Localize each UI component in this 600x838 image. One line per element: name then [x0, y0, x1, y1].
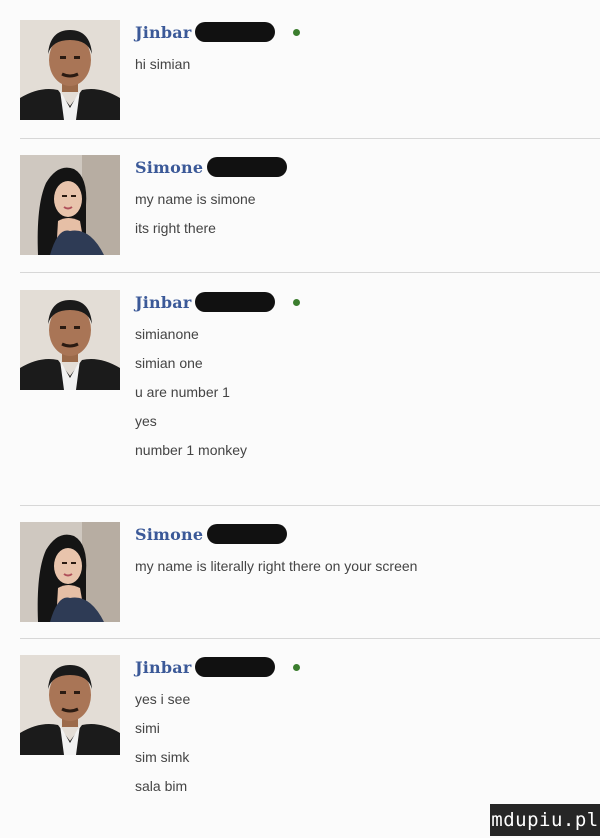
redaction-bar — [195, 292, 276, 312]
message-line: sala bim — [135, 778, 188, 794]
message-line: sim simk — [135, 749, 190, 765]
woman-avatar-icon — [20, 155, 120, 255]
divider — [20, 505, 600, 506]
sender-header: Jinbar — [135, 290, 301, 314]
sender-name[interactable]: Simone — [135, 158, 203, 177]
message-line: yes — [135, 413, 157, 429]
man-avatar-icon — [20, 655, 120, 755]
message-line: u are number 1 — [135, 384, 230, 400]
woman-avatar-icon — [20, 522, 120, 622]
divider — [20, 272, 600, 273]
message-line: its right there — [135, 220, 216, 236]
online-status-icon — [293, 663, 301, 671]
redaction-bar — [207, 157, 288, 177]
sender-header: Simone — [135, 522, 288, 546]
message-lines: hi simian — [135, 50, 190, 79]
sender-name[interactable]: Jinbar — [135, 293, 191, 312]
message-line: hi simian — [135, 56, 191, 72]
message-lines: my name is simone its right there — [135, 185, 256, 243]
redaction-bar — [195, 22, 276, 42]
message-lines: yes i see simi sim simk sala bim — [135, 685, 190, 801]
redaction-bar — [207, 524, 288, 544]
man-avatar-icon — [20, 290, 120, 390]
sender-header: Jinbar — [135, 655, 301, 679]
message-line: simian one — [135, 355, 203, 371]
message-line: simi — [135, 720, 160, 736]
avatar[interactable] — [20, 655, 120, 755]
avatar[interactable] — [20, 20, 120, 120]
sender-name[interactable]: Jinbar — [135, 658, 191, 677]
message-line: yes i see — [135, 691, 191, 707]
avatar[interactable] — [20, 290, 120, 390]
chat-log: Jinbar hi simian Simone my name is simon… — [0, 0, 600, 838]
message-lines: simianone simian one u are number 1 yes … — [135, 320, 247, 465]
sender-name[interactable]: Simone — [135, 525, 203, 544]
message-line: simianone — [135, 326, 199, 342]
message-line: my name is literally right there on your… — [135, 558, 418, 574]
sender-header: Simone — [135, 155, 288, 179]
sender-name[interactable]: Jinbar — [135, 23, 191, 42]
avatar[interactable] — [20, 155, 120, 255]
man-avatar-icon — [20, 20, 120, 120]
avatar[interactable] — [20, 522, 120, 622]
message-line: number 1 monkey — [135, 442, 248, 458]
divider — [20, 138, 600, 139]
watermark: mdupiu.pl — [490, 804, 600, 836]
divider — [20, 638, 600, 639]
sender-header: Jinbar — [135, 20, 301, 44]
online-status-icon — [293, 28, 301, 36]
redaction-bar — [195, 657, 276, 677]
online-status-icon — [293, 298, 301, 306]
message-line: my name is simone — [135, 191, 256, 207]
message-lines: my name is literally right there on your… — [135, 552, 417, 581]
